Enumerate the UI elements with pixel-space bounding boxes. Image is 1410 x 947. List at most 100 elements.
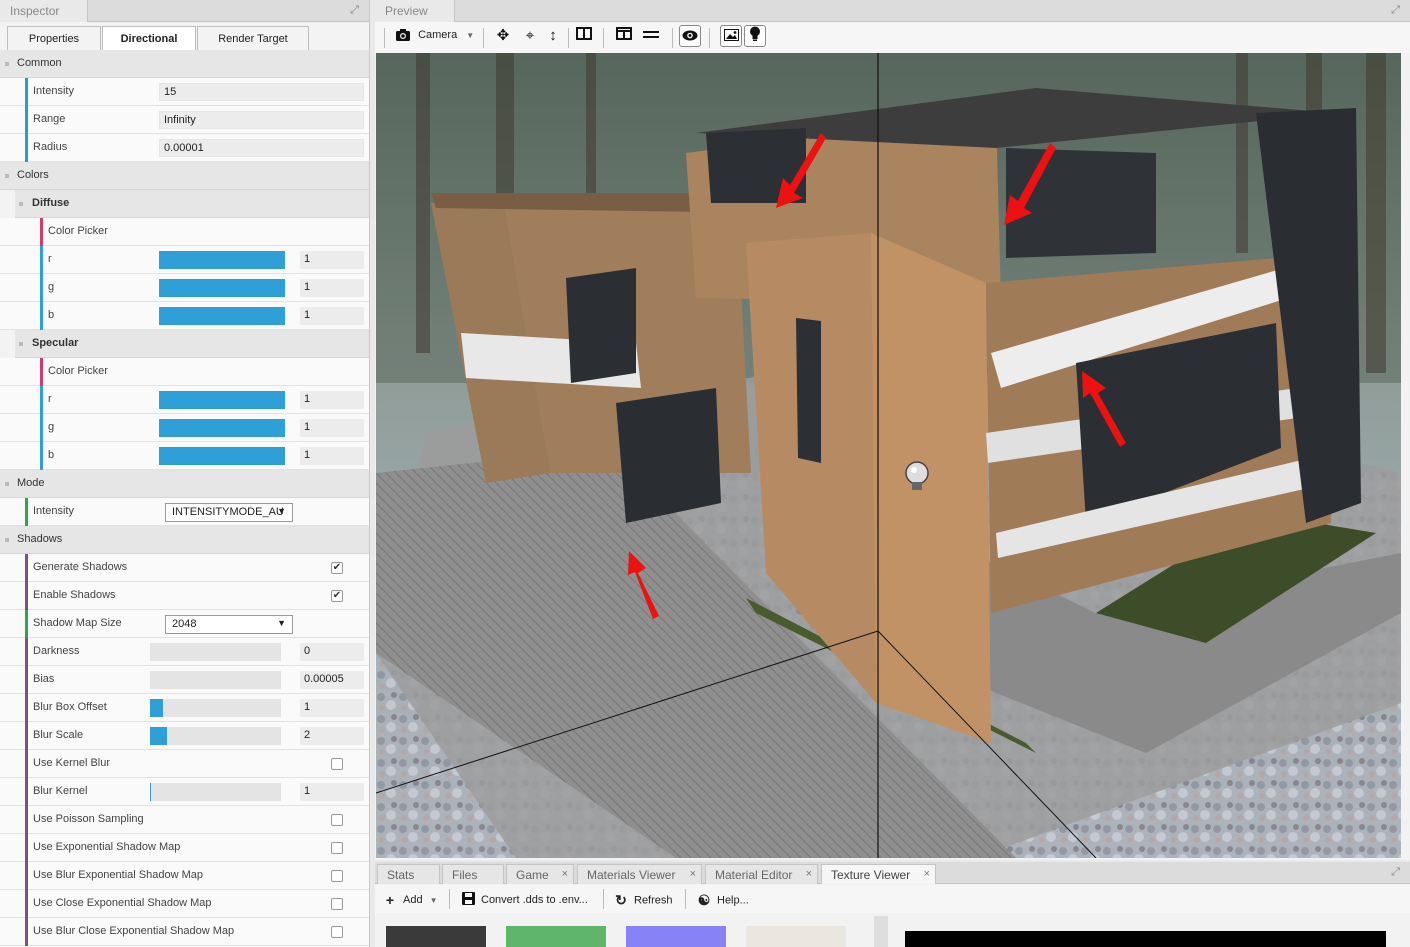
eye-icon[interactable] (679, 25, 701, 47)
image-icon[interactable] (720, 25, 742, 47)
close-icon[interactable]: × (562, 868, 568, 880)
lightbulb-icon[interactable] (744, 25, 766, 47)
generate-shadows-checkbox[interactable]: ✔ (331, 562, 343, 574)
tab-files[interactable]: Files (442, 864, 504, 884)
specular-r-input[interactable]: 1 (300, 391, 364, 409)
use-close-exp-checkbox[interactable] (331, 898, 343, 910)
section-colors[interactable]: Colors (0, 162, 369, 190)
diffuse-g-slider[interactable] (159, 279, 285, 297)
blur-box-offset-slider[interactable] (150, 699, 281, 717)
section-mode[interactable]: Mode (0, 470, 369, 498)
radius-input[interactable]: 0.00001 (159, 139, 364, 157)
use-exp-checkbox[interactable] (331, 842, 343, 854)
specular-g-slider[interactable] (159, 419, 285, 437)
blur-kernel-input[interactable]: 1 (300, 783, 364, 801)
preview-title[interactable]: Preview (375, 0, 455, 22)
property-label: Range (33, 113, 66, 125)
section-common[interactable]: Common (0, 50, 369, 78)
tab-render-target[interactable]: Render Target (197, 26, 309, 51)
thumbnail-scrollbar[interactable] (874, 916, 888, 947)
move-gizmo-icon[interactable]: ✥ (492, 25, 514, 47)
tab-game[interactable]: Game × (506, 864, 574, 884)
close-icon[interactable]: × (924, 868, 930, 880)
blur-scale-slider[interactable] (150, 727, 281, 745)
section-title: Shadows (17, 533, 63, 545)
inspector-title[interactable]: Inspector (0, 0, 88, 22)
expand-icon[interactable]: ⤢ (1389, 4, 1402, 17)
camera-dropdown[interactable]: Camera ▼ (395, 28, 474, 50)
diffuse-g-input[interactable]: 1 (300, 279, 364, 297)
specular-b-slider[interactable] (159, 447, 285, 465)
refresh-button[interactable]: ↻ Refresh (613, 892, 672, 909)
section-specular[interactable]: Specular (15, 330, 369, 358)
darkness-input[interactable]: 0 (300, 643, 364, 661)
diffuse-r-slider[interactable] (159, 251, 285, 269)
specular-r-slider[interactable] (159, 391, 285, 409)
tab-properties[interactable]: Properties (7, 26, 101, 51)
rotate-gizmo-icon[interactable]: ⌖ (519, 25, 541, 47)
split-view-icon[interactable] (573, 25, 595, 47)
diffuse-r-input[interactable]: 1 (300, 251, 364, 269)
use-blur-close-exp-checkbox[interactable] (331, 926, 343, 938)
property-label: r (48, 253, 52, 265)
use-blur-exp-checkbox[interactable] (331, 870, 343, 882)
add-button[interactable]: + Add ▼ (382, 892, 438, 908)
toolbar-divider (685, 889, 686, 909)
bias-input[interactable]: 0.00005 (300, 671, 364, 689)
tab-texture-viewer[interactable]: Texture Viewer × (821, 864, 936, 884)
use-kernel-blur-checkbox[interactable] (331, 758, 343, 770)
tab-label: Game (516, 868, 549, 882)
expand-icon[interactable]: ⤢ (348, 4, 361, 17)
section-diffuse[interactable]: Diffuse (15, 190, 369, 218)
shadow-map-size-select[interactable]: 2048 ▼ (165, 615, 293, 634)
property-label: Use Blur Close Exponential Shadow Map (33, 925, 235, 937)
viewport-scrollbar[interactable] (1401, 53, 1410, 858)
help-button[interactable]: ☯ Help... (696, 892, 749, 909)
texture-thumbnail[interactable] (626, 926, 726, 947)
section-title: Colors (17, 169, 49, 181)
expand-icon[interactable]: ⤢ (1389, 866, 1402, 879)
category-bar (25, 834, 28, 862)
diffuse-b-input[interactable]: 1 (300, 307, 364, 325)
enable-shadows-checkbox[interactable]: ✔ (331, 590, 343, 602)
blur-kernel-slider[interactable] (150, 783, 281, 801)
specular-b-input[interactable]: 1 (300, 447, 364, 465)
property-row-diffuse-picker: Color Picker (0, 218, 369, 246)
convert-dds-button[interactable]: Convert .dds to .env... (460, 892, 588, 908)
section-shadows[interactable]: Shadows (0, 526, 369, 554)
scene-viewport[interactable] (376, 53, 1401, 858)
toolbar-divider (603, 889, 604, 909)
texture-thumbnail[interactable] (506, 926, 606, 947)
tab-stats[interactable]: Stats (377, 864, 440, 884)
close-icon[interactable]: × (690, 868, 696, 880)
collapse-icon (5, 62, 9, 66)
intensity-mode-select[interactable]: INTENSITYMODE_AU ▼ (165, 503, 293, 522)
scale-gizmo-icon[interactable]: ↕ (542, 25, 564, 47)
category-bar (25, 806, 28, 834)
plus-icon: + (385, 892, 395, 908)
intensity-input[interactable]: 15 (159, 83, 364, 101)
preview-header: Preview ⤢ (375, 0, 1410, 22)
menu-lines-icon[interactable] (640, 25, 662, 47)
property-row-shadow-map-size: Shadow Map Size 2048 ▼ (0, 610, 369, 638)
tab-material-editor[interactable]: Material Editor × (705, 864, 818, 884)
layout-icon[interactable] (613, 25, 635, 47)
tab-materials-viewer[interactable]: Materials Viewer × (577, 864, 702, 884)
close-icon[interactable]: × (806, 868, 812, 880)
blur-box-offset-input[interactable]: 1 (300, 699, 364, 717)
property-label[interactable]: Color Picker (48, 365, 108, 377)
bias-slider[interactable] (150, 671, 281, 689)
property-label[interactable]: Color Picker (48, 225, 108, 237)
tab-directional[interactable]: Directional (102, 26, 196, 52)
specular-g-input[interactable]: 1 (300, 419, 364, 437)
blur-scale-input[interactable]: 2 (300, 727, 364, 745)
use-poisson-checkbox[interactable] (331, 814, 343, 826)
diffuse-b-slider[interactable] (159, 307, 285, 325)
property-row-range: Range Infinity (0, 106, 369, 134)
preview-panel: Preview ⤢ Camera ▼ ✥ ⌖ ↕ (375, 0, 1410, 860)
texture-thumbnail[interactable] (746, 926, 846, 947)
editor-window: Inspector ⤢ Properties Directional Rende… (0, 0, 1410, 947)
range-input[interactable]: Infinity (159, 111, 364, 129)
texture-thumbnail[interactable] (386, 926, 486, 947)
darkness-slider[interactable] (150, 643, 281, 661)
